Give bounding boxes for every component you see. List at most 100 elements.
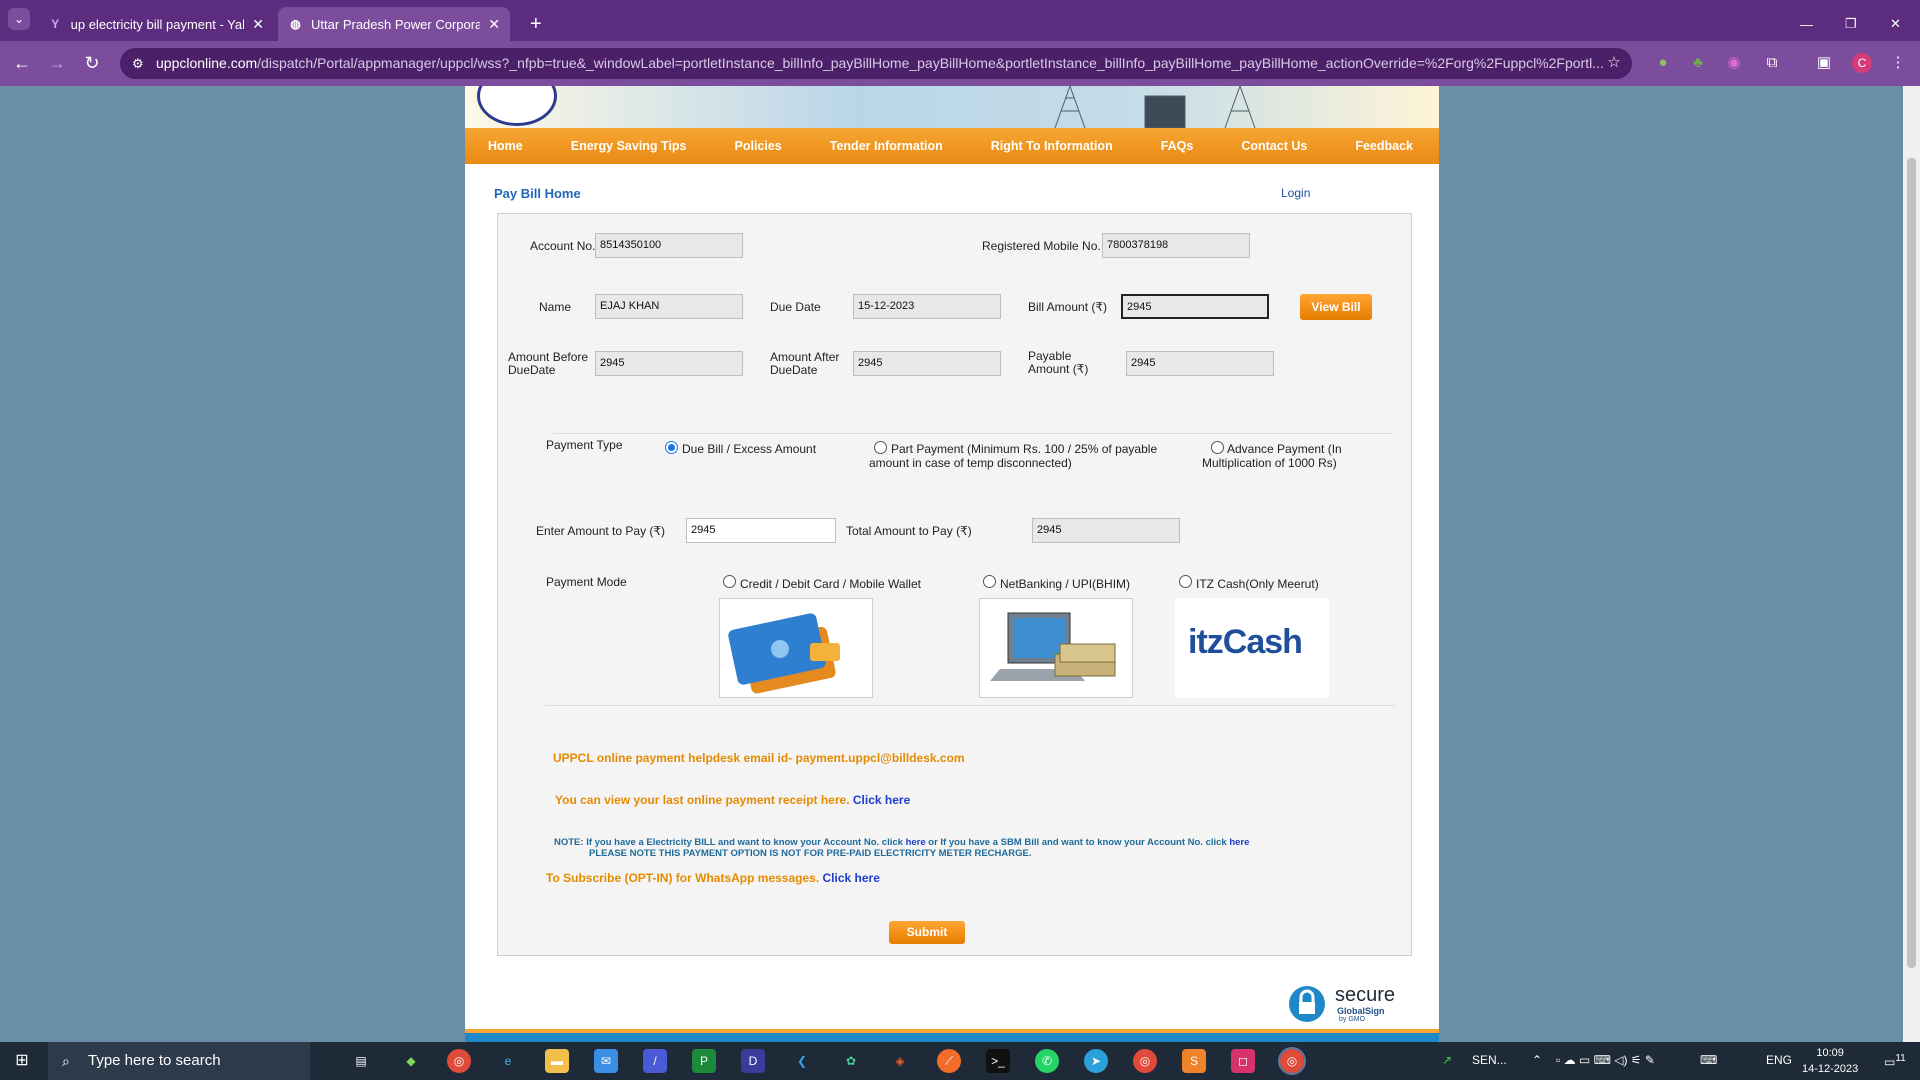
task-view-icon[interactable]: ▤ [349, 1049, 373, 1073]
side-panel-icon[interactable]: ▣ [1814, 53, 1834, 73]
keyboard-icon[interactable]: ⌨ [1700, 1053, 1717, 1067]
search-icon: ⌕ [62, 1053, 70, 1069]
url-host: uppclonline.com [156, 55, 258, 71]
visual-studio-icon[interactable]: / [643, 1049, 667, 1073]
window-close-icon[interactable]: ✕ [1880, 7, 1911, 41]
radio-due-bill[interactable] [665, 441, 678, 454]
nav-energy-saving-tips[interactable]: Energy Saving Tips [547, 139, 711, 153]
radio-itz-cash[interactable] [1179, 575, 1192, 588]
whatsapp-link[interactable]: Click here [823, 871, 880, 885]
chrome-icon[interactable]: ◎ [1133, 1049, 1157, 1073]
sbm-lookup-link[interactable]: here [1229, 837, 1249, 848]
file-explorer-icon[interactable]: ▬ [545, 1049, 569, 1073]
page-scrollbar[interactable] [1903, 86, 1920, 1042]
nav-feedback[interactable]: Feedback [1331, 139, 1437, 153]
extensions-puzzle-icon[interactable]: ⧉ [1762, 53, 1782, 73]
radio-part-payment[interactable] [874, 441, 887, 454]
vscode-icon[interactable]: ❮ [790, 1049, 814, 1073]
edge-icon[interactable]: e [496, 1049, 520, 1073]
minimize-icon[interactable]: — [1790, 7, 1823, 41]
netbanking-image[interactable] [979, 598, 1133, 698]
chrome-profile-icon[interactable]: ◎ [1278, 1047, 1306, 1075]
name-label: Name [539, 300, 572, 314]
view-bill-button[interactable]: View Bill [1300, 294, 1372, 320]
card-wallet-option-label: Credit / Debit Card / Mobile Wallet [740, 577, 921, 591]
advance-option-label: Advance Payment (In [1227, 442, 1342, 456]
radio-netbanking-upi[interactable] [983, 575, 996, 588]
stock-chart-icon[interactable]: ↗ [1442, 1053, 1452, 1067]
nav-tender-information[interactable]: Tender Information [806, 139, 967, 153]
language-indicator[interactable]: ENG [1766, 1053, 1792, 1067]
app-icon[interactable]: ✿ [839, 1049, 863, 1073]
search-placeholder: Type here to search [88, 1052, 221, 1069]
payable-label: Payable Amount (₹) [1028, 349, 1089, 376]
system-clock[interactable]: 10:09 14-12-2023 [1802, 1045, 1858, 1077]
windows-start-icon[interactable]: ⊞ [10, 1049, 34, 1073]
tab-search-chevron-icon[interactable]: ⌄ [8, 8, 30, 30]
dev-icon[interactable]: D [741, 1049, 765, 1073]
card-payment-image[interactable] [719, 598, 873, 698]
advance-option-label-2: Multiplication of 1000 Rs) [1202, 456, 1337, 470]
extension-icon[interactable]: ♣ [1688, 53, 1708, 73]
chrome-icon[interactable]: ◎ [447, 1049, 471, 1073]
reload-icon[interactable]: ↻ [80, 51, 104, 75]
sublime-icon[interactable]: S [1182, 1049, 1206, 1073]
bookmark-star-icon[interactable]: ☆ [1604, 53, 1624, 73]
mobile-number-field[interactable]: 7800378198 [1102, 233, 1250, 258]
close-tab-icon[interactable]: ✕ [488, 16, 500, 33]
account-lookup-link[interactable]: here [906, 837, 926, 848]
account-number-field[interactable]: 8514350100 [595, 233, 743, 258]
due-date-field[interactable]: 15-12-2023 [853, 294, 1001, 319]
tab-uppcl[interactable]: ◍ Uttar Pradesh Power Corporatio ✕ [278, 7, 510, 41]
terminal-icon[interactable]: >_ [986, 1049, 1010, 1073]
receipt-row: You can view your last online payment re… [555, 794, 910, 807]
extension-icon[interactable]: ● [1653, 53, 1673, 73]
whatsapp-icon[interactable]: ✆ [1035, 1049, 1059, 1073]
nav-policies[interactable]: Policies [711, 139, 806, 153]
radio-card-wallet[interactable] [723, 575, 736, 588]
tab-yahoo[interactable]: Y up electricity bill payment - Yah ✕ [38, 7, 274, 41]
site-info-icon[interactable]: ⚙ [132, 48, 144, 79]
pycharm-icon[interactable]: P [692, 1049, 716, 1073]
close-tab-icon[interactable]: ✕ [252, 16, 264, 33]
git-icon[interactable]: ◈ [888, 1049, 912, 1073]
extension-icon[interactable]: ◉ [1724, 53, 1744, 73]
name-field[interactable]: EJAJ KHAN [595, 294, 743, 319]
payable-amount-field[interactable]: 2945 [1126, 351, 1274, 376]
enter-amount-input[interactable]: 2945 [686, 518, 836, 543]
notification-icon[interactable]: ▭11 [1884, 1053, 1906, 1069]
receipt-link[interactable]: Click here [853, 793, 910, 807]
itz-cash-image[interactable]: itzCash [1175, 598, 1329, 698]
taskbar-search[interactable]: ⌕ Type here to search [48, 1042, 310, 1080]
telegram-icon[interactable]: ➤ [1084, 1049, 1108, 1073]
postman-icon[interactable]: ⟋ [937, 1049, 961, 1073]
show-hidden-icons[interactable]: ⌃ [1532, 1053, 1542, 1067]
nav-right-to-information[interactable]: Right To Information [967, 139, 1137, 153]
total-amount-field[interactable]: 2945 [1032, 518, 1180, 543]
amount-after-field[interactable]: 2945 [853, 351, 1001, 376]
amount-after-label: Amount After DueDate [770, 350, 840, 377]
amount-before-field[interactable]: 2945 [595, 351, 743, 376]
submit-button[interactable]: Submit [889, 921, 965, 944]
profile-avatar[interactable]: C [1852, 53, 1872, 73]
menu-kebab-icon[interactable]: ⋮ [1888, 53, 1908, 73]
divider [545, 705, 1395, 706]
back-icon[interactable]: ← [10, 51, 34, 75]
bill-amount-field[interactable]: 2945 [1121, 294, 1269, 319]
new-tab-icon[interactable]: + [520, 7, 552, 41]
scrollbar-thumb[interactable] [1907, 158, 1916, 968]
login-link[interactable]: Login [1281, 186, 1310, 200]
nav-faqs[interactable]: FAQs [1137, 139, 1218, 153]
tray-icons[interactable]: ▫ ☁ ▭ ⌨ ◁) ⚟ ✎ [1556, 1053, 1655, 1067]
address-bar[interactable]: ⚙ uppclonline.com/dispatch/Portal/appman… [120, 48, 1632, 79]
app-icon[interactable]: ◆ [399, 1049, 423, 1073]
nav-contact-us[interactable]: Contact Us [1217, 139, 1331, 153]
radio-advance-payment[interactable] [1211, 441, 1224, 454]
bill-amount-label: Bill Amount (₹) [1028, 300, 1107, 314]
instagram-icon[interactable]: ◻ [1231, 1049, 1255, 1073]
nav-home[interactable]: Home [465, 139, 547, 153]
weather-text[interactable]: SEN... [1472, 1053, 1507, 1067]
mail-icon[interactable]: ✉ [594, 1049, 618, 1073]
restore-icon[interactable]: ❐ [1835, 7, 1867, 41]
forward-icon[interactable]: → [45, 51, 69, 75]
